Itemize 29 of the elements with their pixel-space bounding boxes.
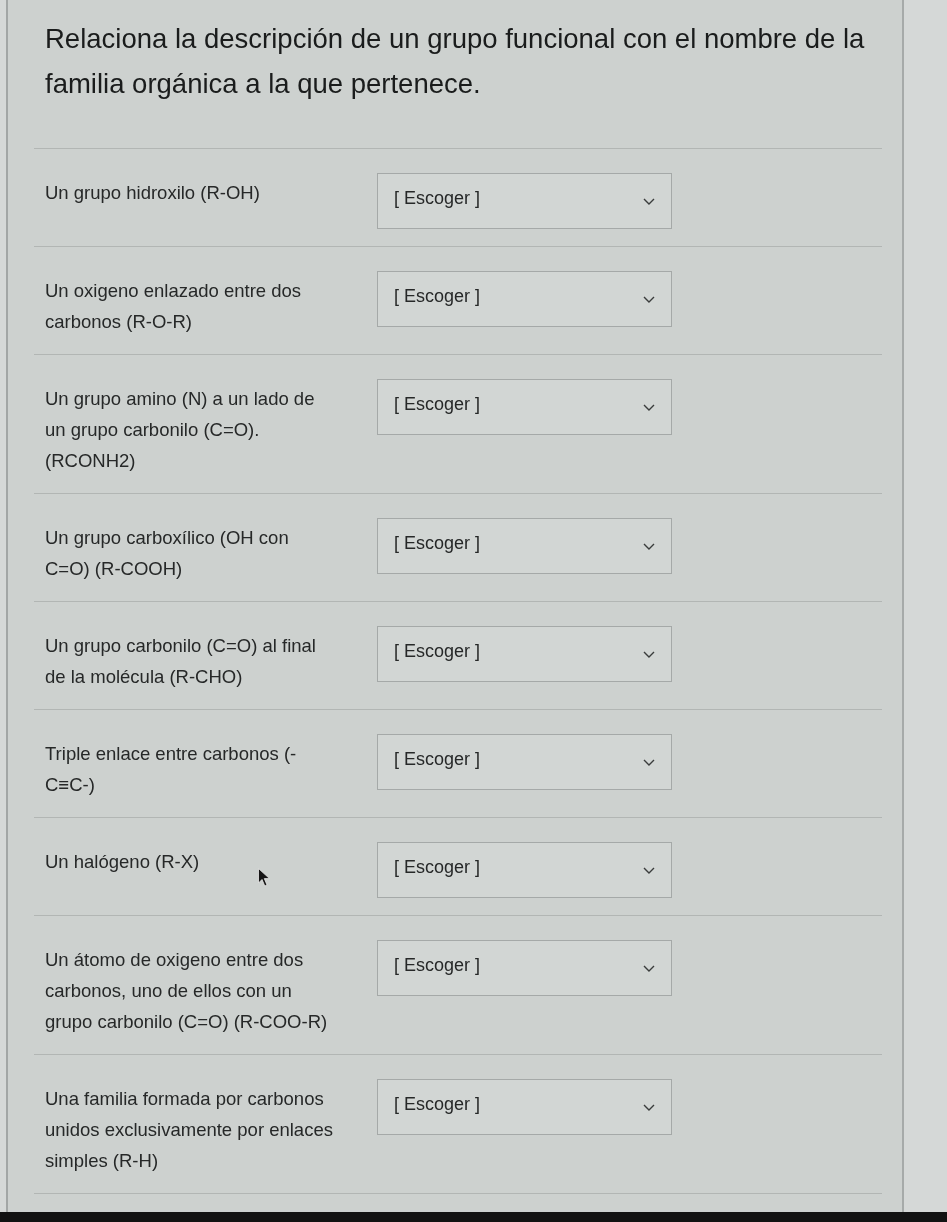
chevron-down-icon xyxy=(643,542,655,550)
question-prompt: Un oxigeno enlazado entre dos carbonos (R-O-R) xyxy=(45,279,303,334)
question-prompt: Un grupo amino (N) a un lado de un grupo carbonilo (C=O). (RCONH2) xyxy=(45,387,316,473)
chevron-down-icon xyxy=(643,964,655,972)
instructions-text: Relaciona la descripción de un grupo funcional con el nombre de la familia orgánica a la que pertenece. xyxy=(44,22,866,101)
answer-dropdown[interactable]: [ Escoger ] xyxy=(377,379,672,435)
chevron-down-icon xyxy=(643,197,655,205)
question-prompt: Un átomo de oxigeno entre dos carbonos, uno de ellos con un grupo carbonilo (C=O) (R-COO-R) xyxy=(45,948,329,1034)
chevron-down-icon xyxy=(643,758,655,766)
answer-dropdown[interactable]: [ Escoger ] xyxy=(377,626,672,682)
answer-dropdown[interactable]: [ Escoger ] xyxy=(377,271,672,327)
chevron-down-icon xyxy=(643,403,655,411)
answer-dropdown[interactable]: [ Escoger ] xyxy=(377,1079,672,1135)
chevron-down-icon xyxy=(643,295,655,303)
question-prompt: Un grupo carbonilo (C=O) al final de la molécula (R-CHO) xyxy=(45,634,317,689)
answer-dropdown[interactable]: [ Escoger ] xyxy=(377,842,672,898)
question-prompt: Un grupo carboxílico (OH con C=O) (R-COOH) xyxy=(45,526,290,581)
question-prompt: Un halógeno (R-X) xyxy=(45,850,201,874)
answer-dropdown[interactable]: [ Escoger ] xyxy=(377,940,672,996)
mouse-pointer-icon xyxy=(258,868,271,887)
question-prompt: Una familia formada por carbonos unidos exclusivamente por enlaces simples (R-H) xyxy=(45,1087,334,1173)
chevron-down-icon xyxy=(643,866,655,874)
answer-dropdown[interactable]: [ Escoger ] xyxy=(377,734,672,790)
answer-dropdown[interactable]: [ Escoger ] xyxy=(377,518,672,574)
chevron-down-icon xyxy=(643,1103,655,1111)
chevron-down-icon xyxy=(643,650,655,658)
answer-dropdown[interactable]: [ Escoger ] xyxy=(377,173,672,229)
question-prompt: Triple enlace entre carbonos (-C≡C-) xyxy=(45,742,298,797)
question-prompt: Un grupo hidroxilo (R-OH) xyxy=(45,181,261,205)
